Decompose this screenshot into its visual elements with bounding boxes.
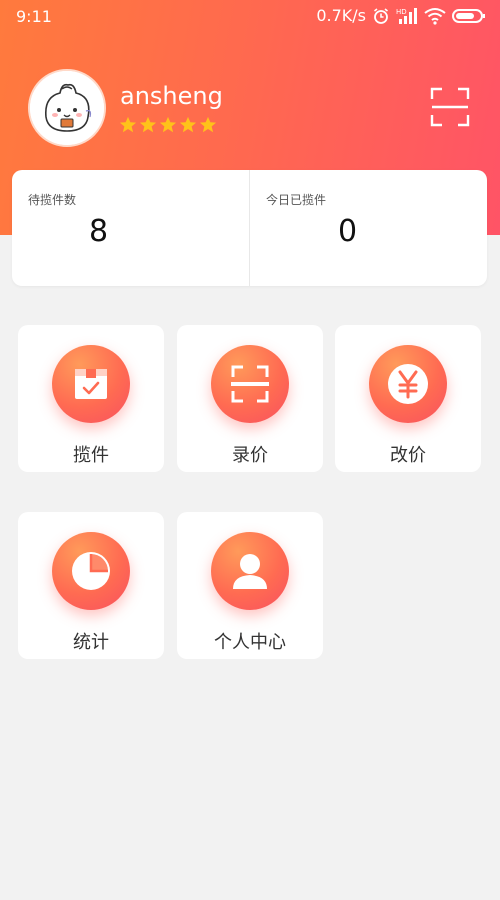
status-time: 9:11 [16, 7, 52, 26]
stat-value: 0 [338, 214, 358, 249]
star-icon [199, 116, 217, 133]
star-icon [119, 116, 137, 133]
icon-circle [52, 532, 130, 610]
stat-label: 待揽件数 [28, 193, 77, 207]
pending-pickup-stat[interactable]: 待揽件数 8 [12, 170, 249, 286]
stats-card: 待揽件数 8 今日已揽件 0 [12, 170, 487, 286]
tile-change-price[interactable]: 改价 [335, 325, 481, 472]
wifi-icon [424, 7, 446, 25]
status-icons: 0.7K/s HD [316, 6, 486, 25]
icon-circle [52, 345, 130, 423]
rating-stars [119, 116, 217, 134]
battery-icon [452, 8, 485, 23]
tile-statistics[interactable]: 统计 [18, 512, 164, 659]
yen-coin-icon [388, 364, 428, 404]
stat-label: 今日已揽件 [266, 193, 327, 207]
package-box-icon [75, 369, 107, 399]
star-icon [139, 116, 157, 133]
bun-character-icon [30, 71, 104, 145]
avatar[interactable] [28, 69, 106, 147]
username: ansheng [120, 82, 223, 110]
tile-label: 统计 [73, 632, 109, 653]
star-icon [179, 116, 197, 133]
svg-text:HD: HD [396, 8, 407, 16]
tile-label: 录价 [232, 445, 268, 466]
alarm-icon [374, 7, 388, 24]
tile-label: 改价 [390, 445, 426, 466]
star-icon [159, 116, 177, 133]
tile-record-price[interactable]: 录价 [177, 325, 323, 472]
icon-circle [211, 532, 289, 610]
pie-chart-icon [72, 552, 110, 590]
status-bar: 9:11 0.7K/s HD [0, 0, 500, 32]
signal-icon: HD [396, 7, 417, 24]
tile-label: 揽件 [73, 445, 109, 466]
icon-circle [211, 345, 289, 423]
scan-icon[interactable] [429, 86, 471, 128]
scan-frame-icon [231, 365, 269, 403]
user-profile-icon [233, 554, 267, 589]
today-picked-stat[interactable]: 今日已揽件 0 [250, 170, 487, 286]
tile-profile-center[interactable]: 个人中心 [177, 512, 323, 659]
stat-value: 8 [89, 214, 109, 249]
icon-circle [369, 345, 447, 423]
tile-pickup[interactable]: 揽件 [18, 325, 164, 472]
tile-label: 个人中心 [214, 632, 286, 653]
network-speed: 0.7K/s [316, 6, 366, 25]
